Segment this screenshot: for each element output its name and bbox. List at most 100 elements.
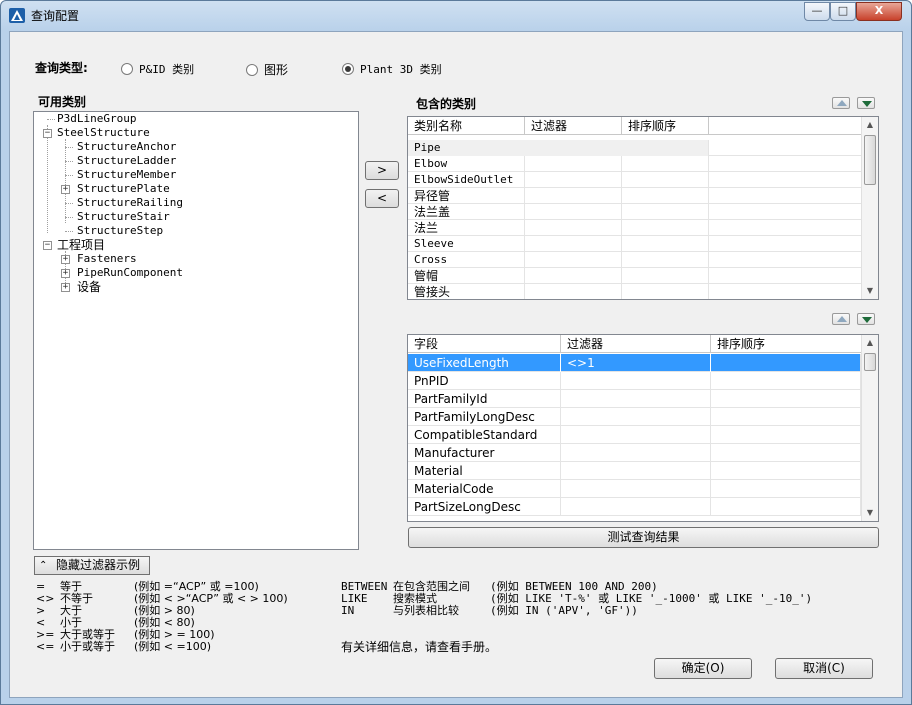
hide-filter-examples-button[interactable]: ⌃ 隐藏过滤器示例: [34, 556, 150, 575]
table-row[interactable]: 异径管: [408, 188, 861, 204]
scroll-down-icon[interactable]: ▼: [862, 283, 878, 299]
category-name-cell[interactable]: ElbowSideOutlet: [408, 172, 525, 188]
radio-graphics-circle[interactable]: [246, 64, 258, 76]
category-name-cell[interactable]: 管帽: [408, 268, 525, 284]
filter-cell[interactable]: [525, 236, 622, 252]
filter-cell[interactable]: [525, 268, 622, 284]
fields-grid-scrollbar[interactable]: ▲ ▼: [861, 335, 878, 521]
table-row[interactable]: PartFamilyLongDesc: [408, 408, 861, 426]
field-name-cell[interactable]: UseFixedLength: [408, 354, 561, 372]
radio-plant3d[interactable]: Plant 3D 类别: [342, 61, 442, 77]
field-filter-cell[interactable]: [561, 462, 711, 480]
table-row[interactable]: Pipe: [408, 140, 861, 156]
order-cell[interactable]: [622, 284, 709, 299]
col-field-sort-order[interactable]: 排序顺序: [711, 335, 861, 353]
scroll-down-icon[interactable]: ▼: [862, 505, 878, 521]
category-name-cell[interactable]: 法兰: [408, 220, 525, 236]
table-row[interactable]: PartFamilyId: [408, 390, 861, 408]
expand-icon[interactable]: +: [61, 255, 70, 264]
close-button[interactable]: X: [856, 2, 902, 21]
table-row[interactable]: MaterialCode: [408, 480, 861, 498]
tree-item-structureladder[interactable]: StructureLadder: [77, 154, 176, 168]
field-move-up-button[interactable]: [832, 313, 850, 325]
field-order-cell[interactable]: [711, 480, 861, 498]
col-field[interactable]: 字段: [408, 335, 561, 353]
move-up-button[interactable]: [832, 97, 850, 109]
minimize-button[interactable]: —: [804, 2, 830, 21]
table-row[interactable]: 管帽: [408, 268, 861, 284]
filter-cell[interactable]: [525, 172, 622, 188]
field-order-cell[interactable]: [711, 498, 861, 516]
category-name-cell[interactable]: Elbow: [408, 156, 525, 172]
field-order-cell[interactable]: [711, 354, 861, 372]
order-cell[interactable]: [622, 268, 709, 284]
table-row[interactable]: Material: [408, 462, 861, 480]
maximize-button[interactable]: □: [830, 2, 856, 21]
tree-item-structureanchor[interactable]: StructureAnchor: [77, 140, 176, 154]
expand-icon[interactable]: +: [61, 269, 70, 278]
order-cell[interactable]: [622, 172, 709, 188]
field-filter-cell[interactable]: [561, 426, 711, 444]
field-filter-cell[interactable]: [561, 480, 711, 498]
title-bar[interactable]: 查询配置 — □ X: [1, 1, 911, 29]
col-sort-order[interactable]: 排序顺序: [622, 117, 709, 135]
available-categories-tree[interactable]: P3dLineGroup − SteelStructure StructureA…: [33, 111, 359, 550]
category-name-cell[interactable]: Sleeve: [408, 236, 525, 252]
tree-item-structurerailing[interactable]: StructureRailing: [77, 196, 183, 210]
field-order-cell[interactable]: [711, 444, 861, 462]
field-filter-cell[interactable]: <>1: [561, 354, 711, 372]
table-row[interactable]: Cross: [408, 252, 861, 268]
table-row[interactable]: Sleeve: [408, 236, 861, 252]
field-name-cell[interactable]: PartFamilyLongDesc: [408, 408, 561, 426]
field-filter-cell[interactable]: [561, 390, 711, 408]
collapse-icon[interactable]: −: [43, 241, 52, 250]
col-category-name[interactable]: 类别名称: [408, 117, 525, 135]
field-name-cell[interactable]: Manufacturer: [408, 444, 561, 462]
table-row[interactable]: Elbow: [408, 156, 861, 172]
filter-cell[interactable]: [525, 140, 622, 156]
order-cell[interactable]: [622, 252, 709, 268]
table-row[interactable]: 法兰盖: [408, 204, 861, 220]
radio-pid[interactable]: P&ID 类别: [121, 61, 194, 77]
table-row[interactable]: CompatibleStandard: [408, 426, 861, 444]
field-filter-cell[interactable]: [561, 372, 711, 390]
scroll-thumb[interactable]: [864, 135, 876, 185]
remove-category-button[interactable]: <: [365, 189, 399, 208]
field-order-cell[interactable]: [711, 462, 861, 480]
tree-item-piperuncomponent[interactable]: PipeRunComponent: [77, 266, 183, 280]
table-row[interactable]: PnPID: [408, 372, 861, 390]
filter-cell[interactable]: [525, 284, 622, 299]
included-categories-grid[interactable]: 类别名称 过滤器 排序顺序 Pipe Elbow ElbowSideOutlet…: [407, 116, 879, 300]
category-name-cell[interactable]: Cross: [408, 252, 525, 268]
field-name-cell[interactable]: PnPID: [408, 372, 561, 390]
filter-cell[interactable]: [525, 188, 622, 204]
order-cell[interactable]: [622, 236, 709, 252]
field-order-cell[interactable]: [711, 408, 861, 426]
filter-cell[interactable]: [525, 252, 622, 268]
field-name-cell[interactable]: Material: [408, 462, 561, 480]
fields-grid[interactable]: 字段 过滤器 排序顺序 UseFixedLength <>1 PnPID Par…: [407, 334, 879, 522]
field-order-cell[interactable]: [711, 372, 861, 390]
radio-plant3d-circle[interactable]: [342, 63, 354, 75]
scroll-up-icon[interactable]: ▲: [862, 117, 878, 133]
field-move-down-button[interactable]: [857, 313, 875, 325]
ok-button[interactable]: 确定(O): [654, 658, 752, 679]
scroll-thumb[interactable]: [864, 353, 876, 371]
field-name-cell[interactable]: CompatibleStandard: [408, 426, 561, 444]
table-row[interactable]: ElbowSideOutlet: [408, 172, 861, 188]
cancel-button[interactable]: 取消(C): [775, 658, 873, 679]
tree-item-p3dlinegroup[interactable]: P3dLineGroup: [57, 112, 136, 126]
tree-item-steelstructure[interactable]: SteelStructure: [57, 126, 150, 140]
col-filter[interactable]: 过滤器: [525, 117, 622, 135]
field-filter-cell[interactable]: [561, 444, 711, 462]
tree-item-fasteners[interactable]: Fasteners: [77, 252, 137, 266]
order-cell[interactable]: [622, 220, 709, 236]
tree-item-project[interactable]: 工程项目: [57, 238, 105, 252]
category-name-cell[interactable]: 管接头: [408, 284, 525, 299]
table-row[interactable]: 管接头: [408, 284, 861, 299]
expand-icon[interactable]: +: [61, 283, 70, 292]
test-query-button[interactable]: 测试查询结果: [408, 527, 879, 548]
expand-icon[interactable]: +: [61, 185, 70, 194]
field-order-cell[interactable]: [711, 426, 861, 444]
order-cell[interactable]: [622, 188, 709, 204]
